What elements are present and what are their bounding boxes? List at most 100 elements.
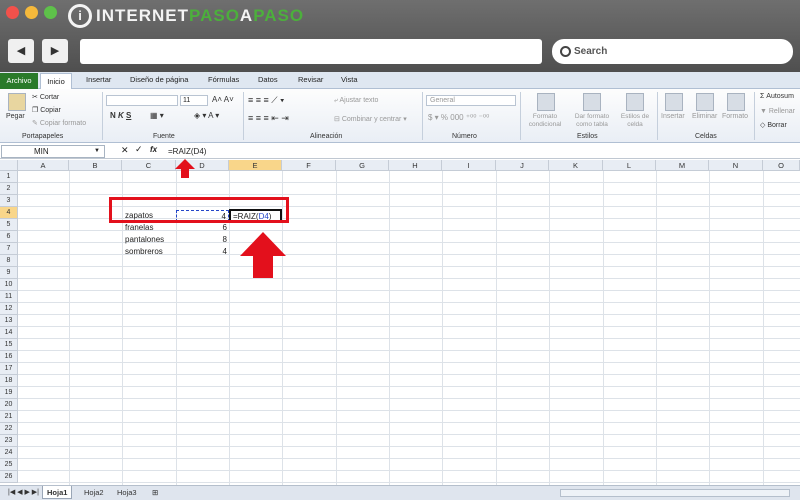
sheet-tab-hoja3[interactable]: Hoja3 xyxy=(113,486,141,499)
name-box[interactable]: MIN ▼ xyxy=(1,145,105,158)
row-header-11[interactable]: 11 xyxy=(0,291,18,303)
row-header-14[interactable]: 14 xyxy=(0,327,18,339)
sheet-tab-hoja2[interactable]: Hoja2 xyxy=(80,486,108,499)
maximize-window-button[interactable] xyxy=(44,6,57,19)
tab-diseno-pagina[interactable]: Diseño de página xyxy=(130,75,188,84)
tab-formulas[interactable]: Fórmulas xyxy=(208,75,239,84)
row-header-13[interactable]: 13 xyxy=(0,315,18,327)
row-header-15[interactable]: 15 xyxy=(0,339,18,351)
search-input[interactable]: Search xyxy=(552,39,793,64)
row-header-2[interactable]: 2 xyxy=(0,183,18,195)
row-header-8[interactable]: 8 xyxy=(0,255,18,267)
row-header-21[interactable]: 21 xyxy=(0,411,18,423)
row-header-22[interactable]: 22 xyxy=(0,423,18,435)
tab-insertar[interactable]: Insertar xyxy=(86,75,111,84)
horizontal-scrollbar[interactable] xyxy=(560,489,790,497)
column-header-i[interactable]: I xyxy=(442,160,496,171)
copy-button[interactable]: ❐ Copiar xyxy=(32,106,61,114)
bold-button[interactable]: N K S xyxy=(110,111,131,120)
row-header-4[interactable]: 4 xyxy=(0,207,18,219)
autosum-button[interactable]: Σ Autosum xyxy=(760,93,794,100)
font-size-select[interactable]: 11 xyxy=(180,95,208,106)
row-header-3[interactable]: 3 xyxy=(0,195,18,207)
tab-vista[interactable]: Vista xyxy=(341,75,358,84)
cell-c5[interactable]: franelas xyxy=(125,222,153,234)
close-window-button[interactable] xyxy=(6,6,19,19)
row-header-1[interactable]: 1 xyxy=(0,171,18,183)
merge-center-button[interactable]: ⊟ Combinar y centrar ▾ xyxy=(334,115,407,123)
align-horizontal-buttons[interactable]: ≡ ≡ ≡ ⇤ ⇥ xyxy=(248,113,289,124)
column-header-b[interactable]: B xyxy=(69,160,122,171)
column-header-k[interactable]: K xyxy=(549,160,603,171)
row-header-12[interactable]: 12 xyxy=(0,303,18,315)
column-header-o[interactable]: O xyxy=(763,160,800,171)
conditional-format-button[interactable]: Formato condicional xyxy=(523,113,567,129)
borders-button[interactable]: ▦ ▾ xyxy=(150,111,164,120)
format-painter-button[interactable]: ✎ Copiar formato xyxy=(32,119,86,127)
row-header-10[interactable]: 10 xyxy=(0,279,18,291)
insert-function-button[interactable]: fx xyxy=(150,145,157,154)
row-header-9[interactable]: 9 xyxy=(0,267,18,279)
column-header-g[interactable]: G xyxy=(336,160,389,171)
cancel-formula-button[interactable]: ✕ xyxy=(121,145,129,156)
cut-button[interactable]: ✂ Cortar xyxy=(32,93,59,101)
align-top-buttons[interactable]: ≡ ≡ ≡ ⟋ ▾ xyxy=(248,95,284,106)
cell-c7[interactable]: sombreros xyxy=(125,246,163,258)
row-header-17[interactable]: 17 xyxy=(0,363,18,375)
sheet-nav-buttons[interactable]: |◀ ◀ ▶ ▶| xyxy=(4,486,43,499)
tab-datos[interactable]: Datos xyxy=(258,75,278,84)
back-button[interactable]: ◀ xyxy=(8,39,34,63)
grow-font-button[interactable]: A˄ A˅ xyxy=(212,95,234,104)
wrap-text-button[interactable]: ⤶ Ajustar texto xyxy=(334,97,378,105)
row-header-16[interactable]: 16 xyxy=(0,351,18,363)
column-header-m[interactable]: M xyxy=(656,160,709,171)
row-header-6[interactable]: 6 xyxy=(0,231,18,243)
format-cells-button[interactable]: Formato xyxy=(722,113,748,120)
cell-d7[interactable]: 4 xyxy=(176,246,229,258)
format-as-table-button[interactable]: Dar formato como tabla xyxy=(569,113,615,129)
select-all-corner[interactable] xyxy=(0,160,18,171)
chevron-down-icon[interactable]: ▼ xyxy=(94,146,100,157)
fill-color-button[interactable]: ◈ ▾ A ▾ xyxy=(194,111,219,120)
forward-button[interactable]: ▶ xyxy=(42,39,68,63)
column-header-a[interactable]: A xyxy=(18,160,69,171)
number-format-buttons[interactable]: $ ▾ % 000 ⁺⁰⁰ ⁻⁰⁰ xyxy=(428,113,489,122)
row-header-23[interactable]: 23 xyxy=(0,435,18,447)
column-header-h[interactable]: H xyxy=(389,160,442,171)
paste-button[interactable]: Pegar xyxy=(6,113,25,120)
tab-archivo[interactable]: Archivo xyxy=(0,73,38,89)
column-header-f[interactable]: F xyxy=(282,160,336,171)
font-name-select[interactable] xyxy=(106,95,178,106)
delete-cells-button[interactable]: Eliminar xyxy=(692,113,717,120)
row-gridline xyxy=(18,326,800,327)
sheet-tab-hoja1[interactable]: Hoja1 xyxy=(42,486,73,499)
cell-styles-button[interactable]: Estilos de celda xyxy=(617,113,653,129)
cell-d5[interactable]: 6 xyxy=(176,222,229,234)
row-header-7[interactable]: 7 xyxy=(0,243,18,255)
insert-cells-button[interactable]: Insertar xyxy=(661,113,685,120)
row-header-24[interactable]: 24 xyxy=(0,447,18,459)
row-header-18[interactable]: 18 xyxy=(0,375,18,387)
formula-input[interactable]: =RAIZ(D4) xyxy=(164,145,798,158)
column-header-j[interactable]: J xyxy=(496,160,549,171)
row-header-5[interactable]: 5 xyxy=(0,219,18,231)
fill-button[interactable]: ▼ Rellenar xyxy=(760,108,795,115)
tab-revisar[interactable]: Revisar xyxy=(298,75,323,84)
row-header-26[interactable]: 26 xyxy=(0,471,18,483)
row-header-25[interactable]: 25 xyxy=(0,459,18,471)
row-header-19[interactable]: 19 xyxy=(0,387,18,399)
number-format-select[interactable]: General xyxy=(426,95,516,106)
new-sheet-icon[interactable]: ⊞ xyxy=(148,486,162,499)
minimize-window-button[interactable] xyxy=(25,6,38,19)
column-header-l[interactable]: L xyxy=(603,160,656,171)
column-header-c[interactable]: C xyxy=(122,160,176,171)
row-header-20[interactable]: 20 xyxy=(0,399,18,411)
column-header-n[interactable]: N xyxy=(709,160,763,171)
clear-button[interactable]: ◇ Borrar xyxy=(760,121,787,129)
cell-c6[interactable]: pantalones xyxy=(125,234,164,246)
address-bar[interactable] xyxy=(80,39,542,64)
column-header-e[interactable]: E xyxy=(229,160,282,171)
enter-formula-button[interactable]: ✓ xyxy=(135,144,143,155)
tab-inicio[interactable]: Inicio xyxy=(40,73,72,90)
cell-d6[interactable]: 8 xyxy=(176,234,229,246)
